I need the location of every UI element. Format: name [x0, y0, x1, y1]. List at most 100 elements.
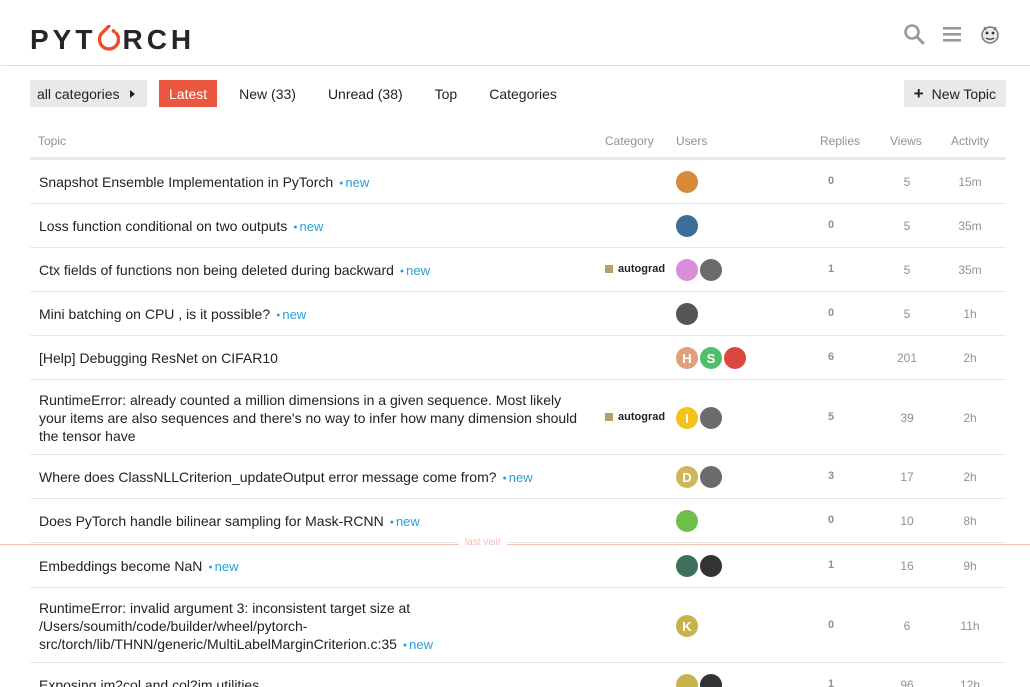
reply-count: 3	[827, 470, 835, 482]
topic-row[interactable]: Loss function conditional on two outputs…	[30, 204, 1006, 248]
topic-row[interactable]: Mini batching on CPU , is it possible? ne…	[30, 292, 1006, 336]
user-avatar[interactable]	[676, 555, 698, 577]
topic-users	[676, 674, 722, 687]
topic-title-text[interactable]: RuntimeError: already counted a million …	[39, 392, 577, 444]
topic-title-text[interactable]: Does PyTorch handle bilinear sampling fo…	[39, 513, 384, 529]
topic-title[interactable]: Ctx fields of functions non being delete…	[39, 261, 430, 281]
topic-users	[676, 259, 722, 281]
column-topic[interactable]: Topic	[38, 134, 66, 148]
category-color-swatch	[605, 413, 613, 421]
new-badge[interactable]: new	[208, 559, 238, 574]
column-category[interactable]: Category	[605, 134, 654, 148]
user-avatar[interactable]: I	[676, 407, 698, 429]
activity-time[interactable]: 2h	[948, 411, 992, 425]
activity-time[interactable]: 1h	[948, 307, 992, 321]
topic-row[interactable]: Embeddings become NaN new 1 16 9h	[30, 543, 1006, 588]
user-avatar[interactable]	[676, 171, 698, 193]
category-badge[interactable]: autograd	[605, 263, 665, 275]
topic-title-text[interactable]: Snapshot Ensemble Implementation in PyTo…	[39, 174, 333, 190]
view-count: 16	[900, 559, 914, 573]
topic-row[interactable]: Snapshot Ensemble Implementation in PyTo…	[30, 160, 1006, 204]
user-avatar[interactable]	[676, 215, 698, 237]
tab-new[interactable]: New (33)	[229, 80, 306, 107]
topic-title-text[interactable]: RuntimeError: invalid argument 3: incons…	[39, 600, 410, 652]
topic-list-header: Topic Category Users Replies Views Activ…	[30, 124, 1006, 160]
activity-time[interactable]: 2h	[948, 470, 992, 484]
activity-time[interactable]: 35m	[948, 219, 992, 233]
tab-categories[interactable]: Categories	[479, 80, 567, 107]
topic-title[interactable]: Embeddings become NaN new	[39, 557, 239, 577]
topic-title-text[interactable]: Loss function conditional on two outputs	[39, 218, 287, 234]
topic-title[interactable]: Snapshot Ensemble Implementation in PyTo…	[39, 173, 369, 193]
topic-row[interactable]: [Help] Debugging ResNet on CIFAR10 H S 6 201…	[30, 336, 1006, 380]
topic-title[interactable]: RuntimeError: invalid argument 3: incons…	[39, 599, 439, 655]
view-count: 6	[903, 619, 911, 633]
activity-time[interactable]: 9h	[948, 559, 992, 573]
user-avatar[interactable]: K	[676, 615, 698, 637]
tab-latest[interactable]: Latest	[159, 80, 218, 107]
column-views[interactable]: Views	[890, 134, 922, 148]
search-icon[interactable]	[902, 22, 926, 46]
new-badge[interactable]: new	[400, 263, 430, 278]
activity-time[interactable]: 2h	[948, 351, 992, 365]
topic-title[interactable]: Does PyTorch handle bilinear sampling fo…	[39, 512, 420, 532]
user-avatar[interactable]	[700, 407, 722, 429]
user-avatar[interactable]	[700, 259, 722, 281]
user-avatar-icon[interactable]	[978, 22, 1002, 46]
topic-row[interactable]: Where does ClassNLLCriterion_updateOutpu…	[30, 455, 1006, 499]
topic-users: HS	[676, 347, 746, 369]
topic-row[interactable]: Ctx fields of functions non being delete…	[30, 248, 1006, 292]
view-count: 10	[900, 514, 914, 528]
topic-users	[676, 555, 722, 577]
user-avatar[interactable]	[676, 303, 698, 325]
user-avatar[interactable]	[676, 674, 698, 687]
category-badge[interactable]: autograd	[605, 411, 665, 423]
topic-title-text[interactable]: Exposing im2col and col2im utilities	[39, 677, 259, 687]
activity-time[interactable]: 15m	[948, 175, 992, 189]
topic-title[interactable]: Where does ClassNLLCriterion_updateOutpu…	[39, 468, 533, 488]
user-avatar[interactable]: S	[700, 347, 722, 369]
new-badge[interactable]: new	[503, 470, 533, 485]
new-badge[interactable]: new	[293, 219, 323, 234]
user-avatar[interactable]: H	[676, 347, 698, 369]
topic-row[interactable]: Does PyTorch handle bilinear sampling fo…	[30, 499, 1006, 543]
topic-title-text[interactable]: Embeddings become NaN	[39, 558, 202, 574]
new-badge[interactable]: new	[276, 307, 306, 322]
topic-row[interactable]: RuntimeError: invalid argument 3: incons…	[30, 588, 1006, 663]
new-badge[interactable]: new	[339, 175, 369, 190]
topic-title-text[interactable]: Mini batching on CPU , is it possible?	[39, 306, 270, 322]
activity-time[interactable]: 11h	[948, 619, 992, 633]
topic-row[interactable]: Exposing im2col and col2im utilities 1 96 1…	[30, 663, 1006, 687]
topic-title[interactable]: Mini batching on CPU , is it possible? ne…	[39, 305, 306, 325]
tab-top[interactable]: Top	[425, 80, 468, 107]
topic-title-text[interactable]: Ctx fields of functions non being delete…	[39, 262, 394, 278]
topic-title[interactable]: [Help] Debugging ResNet on CIFAR10	[39, 349, 278, 367]
new-badge[interactable]: new	[403, 637, 433, 652]
topic-title[interactable]: RuntimeError: already counted a million …	[39, 391, 589, 445]
user-avatar[interactable]	[676, 259, 698, 281]
hamburger-menu-icon[interactable]	[940, 22, 964, 46]
activity-time[interactable]: 8h	[948, 514, 992, 528]
topic-title[interactable]: Exposing im2col and col2im utilities	[39, 676, 259, 687]
activity-time[interactable]: 12h	[948, 678, 992, 687]
user-avatar[interactable]: D	[676, 466, 698, 488]
pytorch-logo[interactable]: PYT RCH	[30, 22, 195, 58]
category-dropdown[interactable]: all categories	[30, 80, 147, 107]
topic-row[interactable]: RuntimeError: already counted a million …	[30, 380, 1006, 455]
activity-time[interactable]: 35m	[948, 263, 992, 277]
new-topic-button[interactable]: + New Topic	[903, 80, 1006, 107]
column-replies[interactable]: Replies	[820, 134, 860, 148]
user-avatar[interactable]	[700, 674, 722, 687]
tab-unread[interactable]: Unread (38)	[318, 80, 413, 107]
column-activity[interactable]: Activity	[951, 134, 989, 148]
topic-title-text[interactable]: Where does ClassNLLCriterion_updateOutpu…	[39, 469, 497, 485]
user-avatar[interactable]	[724, 347, 746, 369]
topic-title[interactable]: Loss function conditional on two outputs…	[39, 217, 323, 237]
user-avatar[interactable]	[700, 555, 722, 577]
view-count: 17	[900, 470, 914, 484]
topic-users: K	[676, 615, 698, 637]
topic-title-text[interactable]: [Help] Debugging ResNet on CIFAR10	[39, 350, 278, 366]
user-avatar[interactable]	[676, 510, 698, 532]
new-badge[interactable]: new	[390, 514, 420, 529]
user-avatar[interactable]	[700, 466, 722, 488]
